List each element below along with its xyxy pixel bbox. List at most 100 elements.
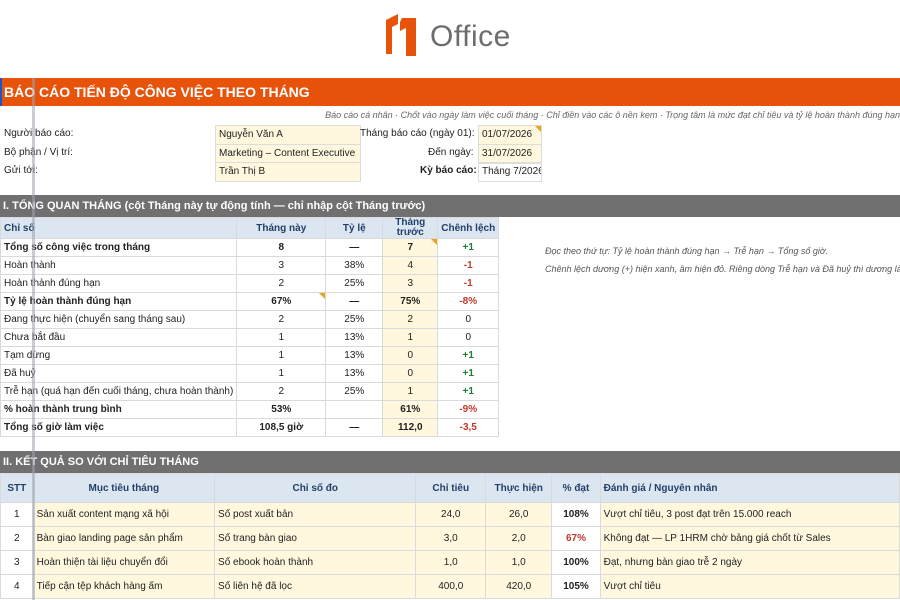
col-header: Mục tiêu tháng — [32, 473, 216, 503]
diff-value: 0 — [437, 310, 500, 329]
eval-input[interactable]: Không đạt — LP 1HRM chờ bảng giá chốt từ… — [599, 526, 900, 551]
prev-month-input[interactable]: 7 — [382, 238, 439, 257]
reporter-input[interactable]: Nguyễn Văn A — [215, 125, 361, 145]
col-header: Chênh lệch — [437, 217, 500, 239]
metric-input[interactable]: Số post xuất bản — [214, 502, 417, 527]
target-input[interactable]: 400,0 — [415, 574, 487, 599]
target-row[interactable]: 2 Bàn giao landing page sản phẩm Số trang … — [0, 526, 900, 551]
eval-input[interactable]: Đạt, nhưng bàn giao trễ 2 ngày — [599, 550, 900, 575]
overview-row[interactable]: Chưa bắt đầu 1 13% 1 0 — [0, 328, 500, 347]
actual-input[interactable]: 420,0 — [485, 574, 553, 599]
target-row[interactable]: 1 Sản xuất content mạng xã hội Số post xuấ… — [0, 502, 900, 527]
prev-month-input[interactable]: 1 — [382, 328, 439, 347]
this-month-value: 1 — [236, 364, 327, 383]
target-row[interactable]: 3 Hoàn thiện tài liệu chuyển đổi Số ebook … — [0, 550, 900, 575]
report-title[interactable]: BÁO CÁO TIẾN ĐỘ CÔNG VIỆC THEO THÁNG — [0, 78, 900, 106]
stt-value: 4 — [0, 574, 34, 599]
prev-month-input[interactable]: 2 — [382, 310, 439, 329]
this-month-value: 53% — [236, 400, 327, 419]
prev-month-input[interactable]: 0 — [382, 346, 439, 365]
period-label: Kỳ báo cáo: — [420, 165, 477, 176]
overview-note-1: Đọc theo thứ tự: Tỷ lệ hoàn thành đúng h… — [545, 246, 828, 256]
diff-value: 0 — [437, 328, 500, 347]
goal-input[interactable]: Sản xuất content mạng xã hội — [32, 502, 216, 527]
diff-value: -1 — [437, 256, 500, 275]
prev-month-input[interactable]: 112,0 — [382, 418, 439, 437]
report-note: Báo cáo cá nhân · Chốt vào ngày làm việc… — [325, 110, 900, 120]
prev-month-input[interactable]: 61% — [382, 400, 439, 419]
ratio-value: 38% — [325, 256, 384, 275]
target-input[interactable]: 24,0 — [415, 502, 487, 527]
diff-value: -3,5 — [437, 418, 500, 437]
overview-row[interactable]: Hoàn thành 3 38% 4 -1 — [0, 256, 500, 275]
overview-row[interactable]: Tạm dừng 1 13% 0 +1 — [0, 346, 500, 365]
col-header: Chỉ số — [0, 217, 238, 239]
metric-input[interactable]: Số ebook hoàn thành — [214, 550, 417, 575]
ratio-value: 13% — [325, 346, 384, 365]
prev-month-input[interactable]: 0 — [382, 364, 439, 383]
target-input[interactable]: 1,0 — [415, 550, 487, 575]
overview-row[interactable]: Đã huỷ 1 13% 0 +1 — [0, 364, 500, 383]
diff-value: +1 — [437, 346, 500, 365]
this-month-value: 108,5 giờ — [236, 418, 327, 437]
row-label: Đang thực hiện (chuyển sang tháng sau) — [0, 310, 238, 329]
sendto-input[interactable]: Trần Thị B — [215, 162, 361, 182]
stt-value: 1 — [0, 502, 34, 527]
target-row[interactable]: 4 Tiếp cận tệp khách hàng ấm Số liên hệ đã… — [0, 574, 900, 599]
overview-row[interactable]: Trễ hạn (quá hạn đến cuối tháng, chưa ho… — [0, 382, 500, 401]
goal-input[interactable]: Hoàn thiện tài liệu chuyển đổi — [32, 550, 216, 575]
target-input[interactable]: 3,0 — [415, 526, 487, 551]
this-month-value: 2 — [236, 274, 327, 293]
prev-month-input[interactable]: 3 — [382, 274, 439, 293]
overview-note-2: Chênh lệch dương (+) hiện xanh, âm hiện … — [545, 264, 900, 274]
frozen-pane-divider[interactable] — [32, 78, 35, 600]
ratio-value: 13% — [325, 328, 384, 347]
diff-value: +1 — [437, 238, 500, 257]
row-label: Tổng số giờ làm việc — [0, 418, 238, 437]
this-month-value: 8 — [236, 238, 327, 257]
col-header: Tháng trước — [382, 217, 439, 239]
row-label: Đã huỷ — [0, 364, 238, 383]
dept-input[interactable]: Marketing – Content Executive — [215, 144, 361, 164]
pct-value: 100% — [551, 550, 601, 575]
reporter-label: Người báo cáo: — [4, 128, 74, 139]
eval-input[interactable]: Vượt chỉ tiêu — [599, 574, 900, 599]
overview-row[interactable]: % hoàn thành trung bình 53% 61% -9% — [0, 400, 500, 419]
overview-row[interactable]: Tổng số giờ làm việc 108,5 giờ —112,0 -3,5 — [0, 418, 500, 437]
actual-input[interactable]: 2,0 — [485, 526, 553, 551]
metric-input[interactable]: Số trang bàn giao — [214, 526, 417, 551]
prev-month-input[interactable]: 1 — [382, 382, 439, 401]
goal-input[interactable]: Bàn giao landing page sản phẩm — [32, 526, 216, 551]
to-input[interactable]: 31/07/2026 — [478, 144, 542, 164]
ratio-value: — — [325, 418, 384, 437]
overview-row[interactable]: Đang thực hiện (chuyển sang tháng sau) 2 2… — [0, 310, 500, 329]
month-input[interactable]: 01/07/2026 — [478, 125, 542, 145]
pct-value: 105% — [551, 574, 601, 599]
cell-selection-indicator — [0, 78, 2, 106]
eval-input[interactable]: Vượt chỉ tiêu, 3 post đạt trên 15.000 re… — [599, 502, 900, 527]
month-label: Tháng báo cáo (ngày 01): — [360, 128, 475, 139]
prev-month-input[interactable]: 75% — [382, 292, 439, 311]
actual-input[interactable]: 1,0 — [485, 550, 553, 575]
metric-input[interactable]: Số liên hệ đã lọc — [214, 574, 417, 599]
goal-input[interactable]: Tiếp cận tệp khách hàng ấm — [32, 574, 216, 599]
col-header: Thực hiện — [485, 473, 553, 503]
prev-month-input[interactable]: 4 — [382, 256, 439, 275]
ratio-value: 25% — [325, 310, 384, 329]
this-month-value: 1 — [236, 346, 327, 365]
overview-row[interactable]: Tỷ lệ hoàn thành đúng hạn 67% —75% -8% — [0, 292, 500, 311]
col-header: Chỉ số đo — [214, 473, 417, 503]
col-header: % đạt — [551, 473, 601, 503]
row-label: Tỷ lệ hoàn thành đúng hạn — [0, 292, 238, 311]
ratio-value — [325, 400, 384, 419]
pct-value: 67% — [551, 526, 601, 551]
actual-input[interactable]: 26,0 — [485, 502, 553, 527]
overview-row[interactable]: Tổng số công việc trong tháng 8—7 +1 — [0, 238, 500, 257]
ratio-value: — — [325, 238, 384, 257]
ratio-value: 25% — [325, 382, 384, 401]
period-value: Tháng 7/2026 — [478, 162, 542, 182]
target-table: STT Mục tiêu tháng Chỉ số đo Chỉ tiêu Th… — [0, 473, 900, 599]
row-label: % hoàn thành trung bình — [0, 400, 238, 419]
this-month-value: 3 — [236, 256, 327, 275]
overview-row[interactable]: Hoàn thành đúng hạn 2 25% 3 -1 — [0, 274, 500, 293]
